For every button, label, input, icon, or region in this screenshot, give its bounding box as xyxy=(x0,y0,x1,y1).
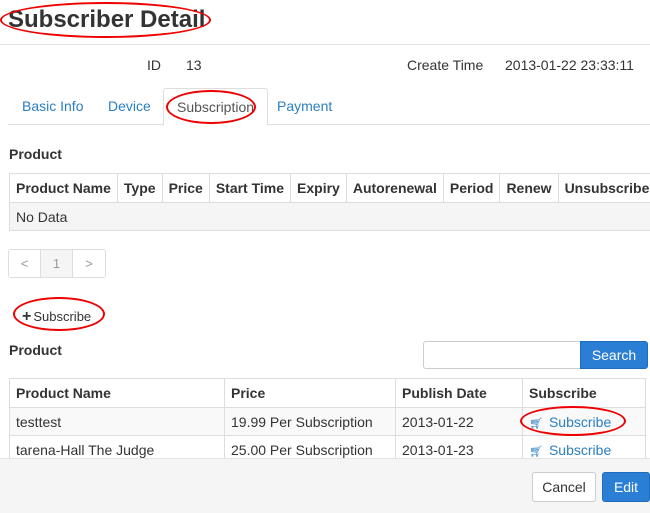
col-renew: Renew xyxy=(499,173,559,203)
col-subscribe: Subscribe xyxy=(522,378,646,408)
detail-tabs: Basic Info Device Subscription Payment xyxy=(8,88,650,126)
cancel-button[interactable]: Cancel xyxy=(532,472,596,502)
tab-device[interactable]: Device xyxy=(95,88,164,125)
available-products-label: Product xyxy=(9,342,62,358)
col-price: Price xyxy=(224,378,396,408)
col-product-name: Product Name xyxy=(9,173,118,203)
subscribe-link-label: Subscribe xyxy=(548,441,612,458)
subscribe-link[interactable]: 🛒︎ Subscribe xyxy=(529,414,611,430)
col-type: Type xyxy=(116,173,163,203)
edit-button[interactable]: Edit xyxy=(602,472,650,502)
col-period: Period xyxy=(442,173,501,203)
tab-basic-info[interactable]: Basic Info xyxy=(9,88,96,125)
col-unsubscribe: Unsubscribe xyxy=(557,173,650,203)
col-price: Price xyxy=(161,173,210,203)
tab-subscription[interactable]: Subscription xyxy=(163,88,269,126)
id-value: 13 xyxy=(186,57,202,73)
id-label: ID xyxy=(147,57,161,73)
table-row: testtest 19.99 Per Subscription 2013-01-… xyxy=(9,407,646,436)
subscribe-cell: 🛒︎ Subscribe xyxy=(522,407,646,436)
no-data-cell: No Data xyxy=(8,202,650,231)
page-title: Subscriber Detail xyxy=(8,6,206,33)
add-subscribe-button[interactable]: + Subscribe xyxy=(22,308,91,326)
search-input[interactable] xyxy=(423,341,580,369)
add-subscribe-label: Subscribe xyxy=(33,309,92,324)
plus-icon: + xyxy=(22,308,32,325)
available-products-table: Product Name Price Publish Date Subscrib… xyxy=(9,378,646,464)
pagination: < 1 > xyxy=(8,249,106,278)
cart-icon: 🛒︎ xyxy=(529,417,543,430)
current-products-table: Product Name Type Price Start Time Expir… xyxy=(8,173,650,231)
col-start-time: Start Time xyxy=(208,173,292,203)
pager-next[interactable]: > xyxy=(73,250,105,277)
col-expiry: Expiry xyxy=(290,173,347,203)
subscribe-link-label: Subscribe xyxy=(548,413,612,430)
product-name: testtest xyxy=(9,407,225,436)
pager-prev[interactable]: < xyxy=(9,250,41,277)
create-time-value: 2013-01-22 23:33:11 xyxy=(505,57,634,73)
product-price: 19.99 Per Subscription xyxy=(224,407,396,436)
subscribe-link[interactable]: 🛒︎ Subscribe xyxy=(529,442,611,458)
col-publish-date: Publish Date xyxy=(395,378,523,408)
tab-payment[interactable]: Payment xyxy=(264,88,345,125)
publish-date: 2013-01-22 xyxy=(395,407,523,436)
cart-icon: 🛒︎ xyxy=(529,445,543,458)
title-divider xyxy=(0,44,650,45)
create-time-label: Create Time xyxy=(407,57,484,73)
col-product-name: Product Name xyxy=(9,378,225,408)
pager-page[interactable]: 1 xyxy=(41,250,73,277)
current-products-label: Product xyxy=(9,146,62,162)
search-button[interactable]: Search xyxy=(580,341,648,369)
col-autorenewal: Autorenewal xyxy=(345,173,444,203)
